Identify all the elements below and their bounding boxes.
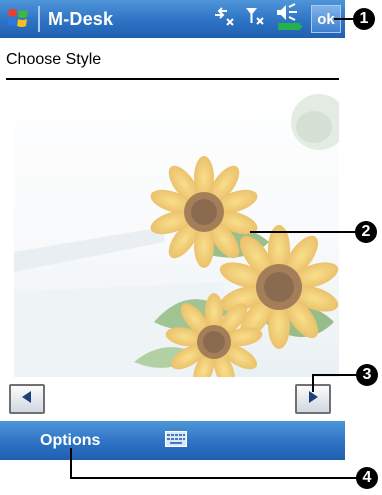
callout-1-leader: [334, 18, 354, 20]
app-title: M-Desk: [48, 8, 114, 29]
menu-bar: Options: [0, 421, 345, 460]
page-heading: Choose Style: [6, 51, 102, 68]
callout-3-leader-h: [312, 374, 357, 376]
callout-3-leader-v: [312, 374, 314, 392]
title-bar: M-Desk ok: [0, 0, 345, 38]
signal-off-icon[interactable]: [245, 6, 267, 33]
callout-3: 3: [356, 364, 378, 386]
keyboard-icon[interactable]: [165, 431, 187, 452]
callout-2-leader: [250, 231, 356, 233]
callout-1: 1: [353, 8, 375, 30]
speaker-icon[interactable]: [275, 2, 303, 37]
callout-4-leader-v: [70, 448, 72, 478]
heading-divider: [6, 78, 339, 80]
title-separator: [38, 6, 40, 32]
left-arrow-icon: [20, 390, 34, 409]
wallpaper-preview[interactable]: [14, 92, 339, 377]
callout-4-leader-h: [70, 477, 357, 479]
device-screen: M-Desk ok Choose Style Options: [0, 0, 345, 460]
battery-icon: [278, 22, 300, 30]
windows-start-icon[interactable]: [0, 0, 38, 38]
connectivity-icon[interactable]: [213, 6, 237, 32]
callout-4: 4: [356, 467, 378, 489]
callout-2: 2: [355, 221, 377, 243]
right-arrow-icon: [306, 390, 320, 409]
status-area: [213, 0, 303, 38]
previous-style-button[interactable]: [9, 384, 45, 414]
